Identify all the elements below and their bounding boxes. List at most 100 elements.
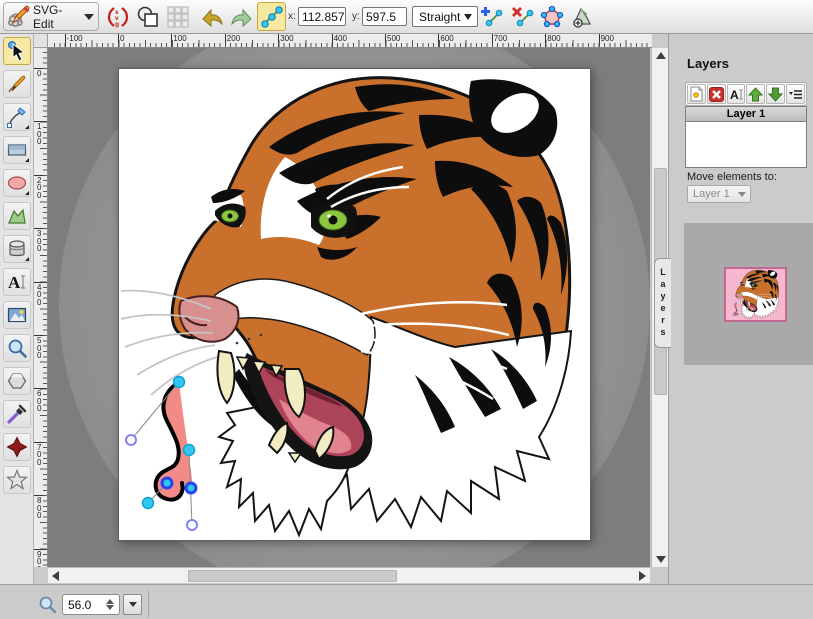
- layer-list-body[interactable]: [685, 122, 807, 168]
- svg-edit-logo-icon: [8, 5, 30, 29]
- layer-down-icon: [768, 87, 783, 102]
- tool-eyedropper[interactable]: [3, 400, 31, 428]
- cross-shape-icon: [6, 436, 28, 458]
- scroll-down-icon: [656, 556, 666, 563]
- convert-wedge-icon: [570, 5, 594, 29]
- status-bar: 56.0: [0, 584, 813, 619]
- tool-star[interactable]: [3, 466, 31, 494]
- undo-button[interactable]: [197, 2, 226, 31]
- y-coordinate-label: y:: [352, 11, 360, 22]
- h-ruler: -10001002003004005006007008009001000: [48, 34, 652, 48]
- layer-row-current[interactable]: Layer 1: [685, 106, 807, 122]
- move-elements-value: Layer 1: [693, 188, 730, 200]
- main-menu-button[interactable]: SVG-Edit: [3, 2, 99, 31]
- add-node-icon: [479, 5, 503, 29]
- delete-node-button[interactable]: [507, 2, 536, 31]
- zoom-step-up-icon: [106, 599, 114, 604]
- zoom-level-input[interactable]: 56.0: [62, 594, 120, 615]
- shape-objects-icon: [136, 5, 160, 29]
- layer-list: Layer 1: [685, 106, 807, 168]
- layers-tab-label: Layers: [658, 267, 668, 339]
- tiger-artwork[interactable]: [119, 69, 592, 542]
- svg-text:g: g: [115, 21, 119, 28]
- tool-image[interactable]: [3, 301, 31, 329]
- scroll-right-icon: [639, 571, 646, 581]
- v-ruler: 01 0 02 0 03 0 04 0 05 0 06 0 07 0 08 0 …: [34, 48, 48, 567]
- add-node-button[interactable]: [476, 2, 505, 31]
- grid-icon: [166, 5, 190, 29]
- new-layer-button[interactable]: [687, 84, 706, 104]
- star-tool-icon: [6, 469, 28, 491]
- scroll-right-button[interactable]: [635, 568, 650, 584]
- tool-select[interactable]: [3, 37, 31, 65]
- scroll-left-button[interactable]: [48, 568, 63, 584]
- redo-icon: [230, 5, 254, 29]
- zoom-preset-dropdown[interactable]: [123, 594, 142, 615]
- close-path-icon: [540, 5, 564, 29]
- freehand-path-tool-icon: [6, 205, 28, 227]
- zoom-level-value: 56.0: [68, 598, 91, 612]
- tool-zoom[interactable]: [3, 334, 31, 362]
- tool-freehand-path[interactable]: [3, 202, 31, 230]
- select-caret-icon: [464, 14, 472, 20]
- new-layer-icon: [689, 86, 704, 102]
- zoom-step-down-icon: [106, 605, 114, 610]
- tool-text[interactable]: A: [3, 268, 31, 296]
- move-layer-down-button[interactable]: [766, 84, 785, 104]
- delete-node-icon: [510, 5, 534, 29]
- y-coordinate-input[interactable]: [362, 7, 407, 26]
- tool-rectangle[interactable]: [3, 136, 31, 164]
- zoom-magnifier-icon: [38, 595, 57, 614]
- tool-pencil[interactable]: [3, 70, 31, 98]
- tool-shape-cross[interactable]: [3, 433, 31, 461]
- x-coordinate-label: x:: [288, 11, 296, 22]
- image-tool-icon: [6, 304, 28, 326]
- svg-canvas[interactable]: [118, 68, 591, 541]
- tool-ellipse[interactable]: [3, 169, 31, 197]
- layers-panel-toggle-tab[interactable]: Layers: [654, 258, 671, 348]
- zoom-stepper[interactable]: [104, 597, 116, 612]
- tool-path[interactable]: [3, 103, 31, 131]
- rename-layer-button[interactable]: A: [727, 84, 746, 104]
- grid-button[interactable]: [163, 2, 192, 31]
- shape-library-icon: [6, 238, 28, 260]
- shape-objects-button[interactable]: [133, 2, 162, 31]
- thumbnail-tiger-artwork: [726, 269, 785, 320]
- zoom-tool-icon: [6, 337, 28, 359]
- layer-menu-button[interactable]: [786, 84, 805, 104]
- tool-shape-library[interactable]: [3, 235, 31, 263]
- close-path-button[interactable]: [537, 2, 566, 31]
- left-toolbar: A: [0, 34, 34, 619]
- move-elements-select[interactable]: Layer 1: [687, 185, 751, 203]
- move-layer-up-button[interactable]: [746, 84, 765, 104]
- node-link-tool-button[interactable]: [257, 2, 286, 31]
- source-code-button[interactable]: s v g: [103, 2, 132, 31]
- top-toolbar: SVG-Edit s v g: [0, 0, 813, 34]
- canvas-overview: [684, 223, 813, 365]
- scroll-up-button[interactable]: [652, 48, 669, 63]
- horizontal-scrollbar[interactable]: [48, 567, 650, 583]
- text-tool-icon: A: [6, 271, 28, 293]
- convert-to-path-button[interactable]: [567, 2, 596, 31]
- undo-icon: [200, 5, 224, 29]
- move-elements-label: Move elements to:: [687, 171, 777, 183]
- delete-layer-icon: [709, 87, 724, 102]
- select-tool-icon: [6, 40, 28, 62]
- tool-polygon[interactable]: [3, 367, 31, 395]
- workspace[interactable]: [48, 48, 650, 567]
- source-code-icon: s v g: [106, 5, 130, 29]
- scroll-up-icon: [656, 52, 666, 59]
- layer-menu-icon: [788, 87, 803, 102]
- delete-layer-button[interactable]: [707, 84, 726, 104]
- redo-button[interactable]: [227, 2, 256, 31]
- segment-type-select[interactable]: Straight: [412, 6, 478, 27]
- scroll-down-button[interactable]: [652, 552, 669, 567]
- layers-panel-title: Layers: [687, 56, 729, 71]
- eyedropper-tool-icon: [6, 403, 28, 425]
- x-coordinate-input[interactable]: [298, 7, 346, 26]
- status-separator: [148, 591, 149, 617]
- canvas-thumbnail[interactable]: [724, 267, 787, 322]
- path-tool-icon: [6, 106, 28, 128]
- zoom-dropdown-caret-icon: [129, 602, 137, 607]
- horizontal-scroll-thumb[interactable]: [188, 570, 397, 582]
